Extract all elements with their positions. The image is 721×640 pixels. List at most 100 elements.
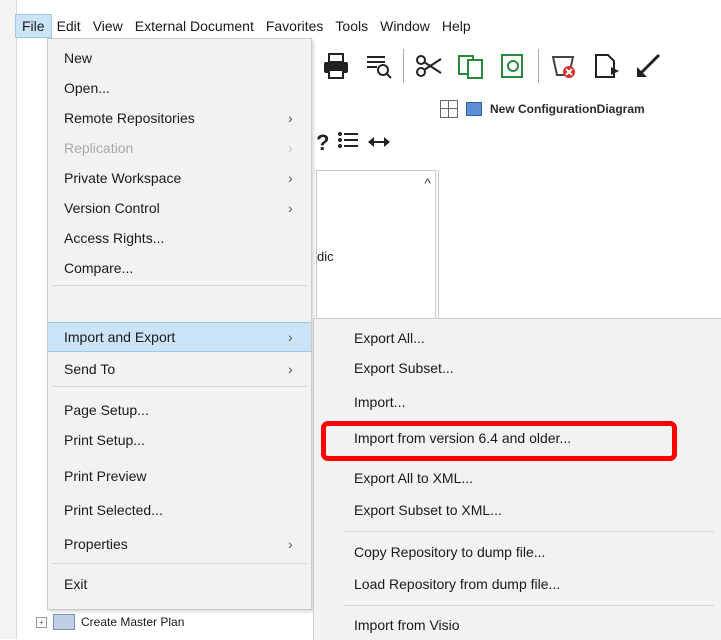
cut-icon[interactable] bbox=[412, 49, 446, 83]
menu-item-private-workspace[interactable]: Private Workspace › bbox=[48, 163, 311, 193]
menu-item-label: Version Control bbox=[64, 200, 160, 216]
truncated-item-text: dic bbox=[317, 249, 334, 264]
menu-bar: File Edit View External Document Favorit… bbox=[15, 14, 721, 38]
menu-item-compare[interactable]: Compare... bbox=[48, 253, 311, 283]
menu-item-print-preview[interactable]: Print Preview bbox=[48, 461, 311, 491]
resize-icon[interactable] bbox=[631, 49, 665, 83]
menu-external-document[interactable]: External Document bbox=[129, 15, 260, 37]
submenu-arrow-icon: › bbox=[288, 140, 293, 156]
menu-tools[interactable]: Tools bbox=[329, 15, 374, 37]
diagram-canvas[interactable] bbox=[438, 170, 721, 318]
menu-item-open[interactable]: Open... bbox=[48, 73, 311, 103]
new-document-icon[interactable] bbox=[589, 49, 623, 83]
submenu-arrow-icon: › bbox=[288, 329, 293, 345]
submenu-separator bbox=[344, 531, 714, 532]
submenu-item-export-subset[interactable]: Export Subset... bbox=[314, 353, 721, 383]
submenu-item-label: Copy Repository to dump file... bbox=[354, 544, 546, 560]
explorer-panel: ^ dic bbox=[316, 170, 436, 320]
submenu-item-label: Export All to XML... bbox=[354, 470, 474, 486]
main-toolbar bbox=[310, 44, 665, 88]
menu-item-version-control[interactable]: Version Control › bbox=[48, 193, 311, 223]
paste-icon[interactable] bbox=[496, 49, 530, 83]
submenu-item-load-repository-dump[interactable]: Load Repository from dump file... bbox=[314, 569, 721, 599]
menu-item-label: Page Setup... bbox=[64, 402, 149, 418]
submenu-item-label: Export Subset... bbox=[354, 360, 454, 376]
left-window-frame bbox=[0, 0, 17, 639]
menu-file[interactable]: File bbox=[15, 14, 52, 38]
help-icon[interactable]: ? bbox=[316, 130, 329, 156]
submenu-item-label: Import from version 6.4 and older... bbox=[354, 430, 572, 446]
tree-expand-icon[interactable]: + bbox=[36, 616, 47, 628]
menu-item-label: Print Setup... bbox=[64, 432, 145, 448]
secondary-toolbar: ? bbox=[316, 130, 391, 156]
menu-item-label: Print Selected... bbox=[64, 502, 163, 518]
diagram-tab-bar: New ConfigurationDiagram bbox=[440, 100, 645, 118]
grid-icon[interactable] bbox=[440, 100, 458, 118]
menu-separator bbox=[52, 285, 307, 286]
submenu-arrow-icon: › bbox=[288, 361, 293, 377]
import-export-submenu: Export All... Export Subset... Import...… bbox=[313, 318, 721, 640]
horizontal-arrows-icon[interactable] bbox=[367, 130, 391, 156]
menu-item-access-rights[interactable]: Access Rights... bbox=[48, 223, 311, 253]
submenu-item-export-all-xml[interactable]: Export All to XML... bbox=[314, 463, 721, 493]
menu-item-label: Import and Export bbox=[64, 329, 176, 345]
menu-help[interactable]: Help bbox=[436, 15, 477, 37]
application-window: File Edit View External Document Favorit… bbox=[0, 0, 721, 640]
delete-icon[interactable] bbox=[547, 49, 581, 83]
menu-item-print-selected[interactable]: Print Selected... bbox=[48, 495, 311, 525]
submenu-arrow-icon: › bbox=[288, 110, 293, 126]
menu-edit[interactable]: Edit bbox=[51, 15, 87, 37]
menu-favorites[interactable]: Favorites bbox=[260, 15, 330, 37]
menu-item-label: Properties bbox=[64, 536, 128, 552]
submenu-item-label: Import... bbox=[354, 394, 406, 410]
submenu-item-import[interactable]: Import... bbox=[314, 387, 721, 417]
menu-item-import-and-export[interactable]: Import and Export › bbox=[48, 322, 311, 352]
list-icon[interactable] bbox=[337, 130, 359, 156]
menu-item-label: Open... bbox=[64, 80, 110, 96]
tree-row[interactable]: + Create Master Plan bbox=[36, 610, 184, 634]
print-preview-icon[interactable] bbox=[361, 49, 395, 83]
toolbar-separator bbox=[538, 49, 539, 83]
submenu-item-label: Export All... bbox=[354, 330, 425, 346]
submenu-item-import-from-visio[interactable]: Import from Visio bbox=[314, 610, 721, 640]
menu-item-label: Exit bbox=[64, 576, 88, 592]
print-icon[interactable] bbox=[319, 49, 353, 83]
menu-item-exit[interactable]: Exit bbox=[48, 569, 311, 599]
menu-item-label: Access Rights... bbox=[64, 230, 165, 246]
submenu-arrow-icon: › bbox=[288, 200, 293, 216]
submenu-item-label: Import from Visio bbox=[354, 617, 460, 633]
menu-item-label: Private Workspace bbox=[64, 170, 182, 186]
submenu-item-export-all[interactable]: Export All... bbox=[314, 323, 721, 353]
toolbar-separator bbox=[403, 49, 404, 83]
tree-row-label: Create Master Plan bbox=[81, 615, 185, 629]
submenu-item-export-subset-xml[interactable]: Export Subset to XML... bbox=[314, 495, 721, 525]
menu-separator bbox=[52, 563, 307, 564]
menu-item-remote-repositories[interactable]: Remote Repositories › bbox=[48, 103, 311, 133]
menu-item-print-setup[interactable]: Print Setup... bbox=[48, 425, 311, 455]
submenu-item-copy-repository-dump[interactable]: Copy Repository to dump file... bbox=[314, 537, 721, 567]
menu-item-label: Replication bbox=[64, 140, 134, 156]
menu-item-send-to[interactable]: Send To › bbox=[48, 354, 311, 384]
menu-view[interactable]: View bbox=[87, 15, 129, 37]
menu-item-label: Remote Repositories bbox=[64, 110, 195, 126]
copy-icon[interactable] bbox=[454, 49, 488, 83]
submenu-item-label: Export Subset to XML... bbox=[354, 502, 502, 518]
menu-item-new[interactable]: New bbox=[48, 43, 311, 73]
menu-item-label: Print Preview bbox=[64, 468, 147, 484]
menu-item-replication: Replication › bbox=[48, 133, 311, 163]
submenu-arrow-icon: › bbox=[288, 170, 293, 186]
menu-item-properties[interactable]: Properties › bbox=[48, 529, 311, 559]
submenu-item-import-from-older-version[interactable]: Import from version 6.4 and older... bbox=[314, 423, 721, 453]
submenu-arrow-icon: › bbox=[288, 536, 293, 552]
menu-item-label: New bbox=[64, 50, 93, 66]
menu-item-label: Compare... bbox=[64, 260, 134, 276]
submenu-separator bbox=[344, 605, 714, 606]
menu-window[interactable]: Window bbox=[374, 15, 436, 37]
menu-item-page-setup[interactable]: Page Setup... bbox=[48, 395, 311, 425]
scroll-up-icon[interactable]: ^ bbox=[424, 175, 431, 191]
menu-separator bbox=[52, 386, 307, 387]
file-menu: New Open... Remote Repositories › Replica… bbox=[47, 38, 312, 610]
plan-icon bbox=[53, 614, 75, 630]
menu-item-label: Send To bbox=[64, 361, 116, 377]
diagram-tab-label[interactable]: New ConfigurationDiagram bbox=[490, 102, 645, 116]
